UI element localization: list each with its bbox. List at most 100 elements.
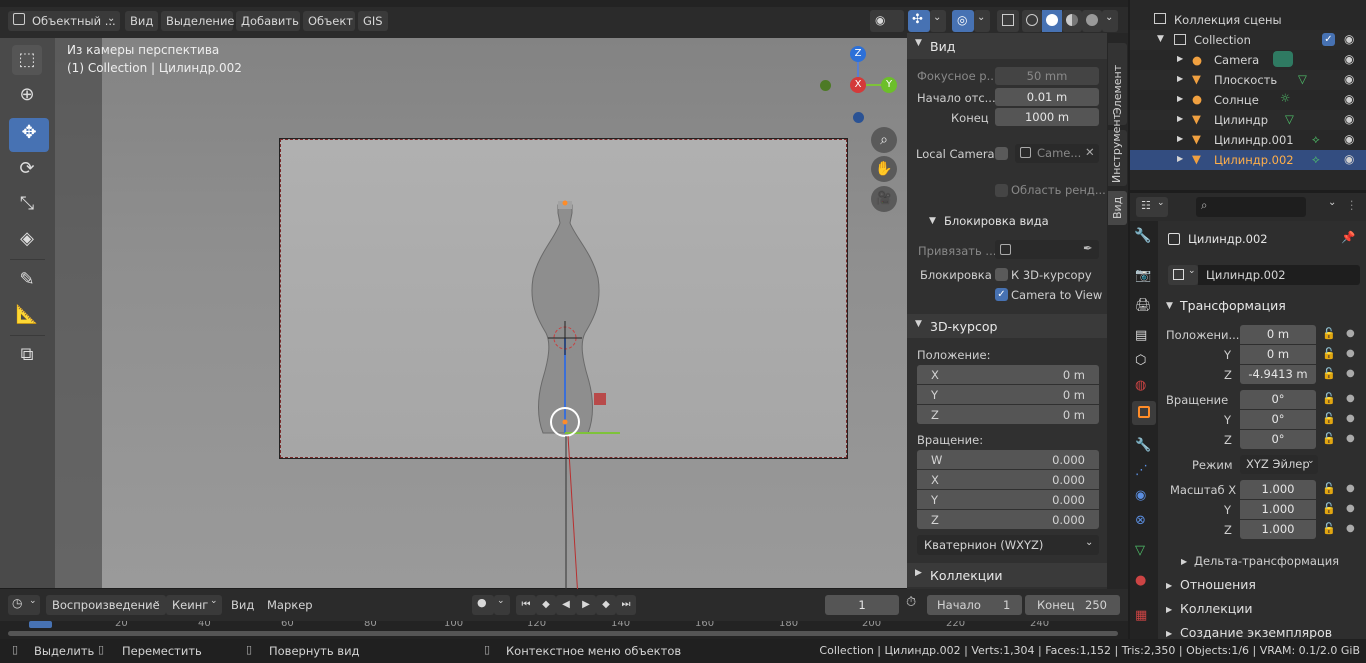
instancing-header[interactable]: Создание экземпляров: [1180, 625, 1332, 640]
object-tab[interactable]: [1132, 401, 1156, 425]
transform-header[interactable]: Трансформация: [1180, 298, 1286, 313]
keyframe-dot-icon[interactable]: ●: [1346, 483, 1355, 494]
rotation-mode-dropdown[interactable]: Кватернион (WXYZ) ⌄: [917, 535, 1099, 555]
keyframe-dot-icon[interactable]: ●: [1346, 328, 1355, 339]
rotation-z-field[interactable]: 0°: [1240, 430, 1316, 449]
next-keyframe-button[interactable]: ◆: [596, 595, 616, 615]
scale-y-field[interactable]: 1.000: [1240, 500, 1316, 519]
play-reverse-button[interactable]: ◀: [556, 595, 576, 615]
shading-solid[interactable]: [1042, 10, 1062, 32]
jump-end-button[interactable]: ⏭: [616, 595, 636, 615]
timeline-view-menu[interactable]: Вид: [231, 598, 254, 612]
location-z-field[interactable]: -4.9413 m: [1240, 365, 1316, 384]
cursor-location-x[interactable]: X 0 m: [917, 365, 1099, 384]
material-icon[interactable]: ●: [1135, 566, 1146, 596]
transform-tool[interactable]: ◈: [12, 224, 42, 254]
timeline-ruler[interactable]: 20 40 60 80 100 120 140 160 180 200 220 …: [0, 621, 1128, 639]
collection-checkbox[interactable]: [1322, 33, 1335, 46]
outliner-row-selected[interactable]: ▶ ▼ Цилиндр.002 ⟡ ◉: [1130, 150, 1366, 170]
keyframe-dot-icon[interactable]: ●: [1346, 503, 1355, 514]
eye-icon[interactable]: ◉: [1344, 112, 1354, 126]
xray-toggle[interactable]: [997, 10, 1019, 32]
location-x-field[interactable]: 0 m: [1240, 325, 1316, 344]
tool-icon[interactable]: 🔧: [1134, 221, 1151, 251]
properties-search-input[interactable]: ⌕: [1196, 197, 1306, 217]
eye-icon[interactable]: ◉: [1344, 152, 1354, 166]
lock-icon[interactable]: 🔓: [1322, 482, 1336, 495]
clip-end-field[interactable]: 1000 m: [995, 108, 1099, 126]
gizmo-z[interactable]: Z: [850, 46, 866, 62]
keyframe-dot-icon[interactable]: ●: [1346, 368, 1355, 379]
collections-header[interactable]: Коллекции: [1180, 601, 1253, 616]
editor-type-dropdown[interactable]: ☷ ⌄: [1136, 197, 1168, 217]
tab-view[interactable]: Вид: [1108, 191, 1127, 225]
close-icon[interactable]: ✕: [1085, 145, 1095, 159]
lock-icon[interactable]: 🔓: [1322, 367, 1336, 380]
rotation-mode-dropdown[interactable]: XYZ Эйлер ⌄: [1240, 455, 1318, 474]
gizmo-dropdown[interactable]: ⌄: [930, 10, 946, 32]
timeline-scrollbar[interactable]: [8, 631, 1118, 636]
keying-menu[interactable]: Кеинг ⌄: [166, 595, 222, 615]
gizmo-neg-y[interactable]: [820, 80, 831, 91]
select-box-tool[interactable]: ⬚: [12, 45, 42, 75]
outliner-row-collection[interactable]: ▼ Collection ◉: [1130, 30, 1366, 50]
location-y-field[interactable]: 0 m: [1240, 345, 1316, 364]
record-button[interactable]: ●: [472, 595, 494, 615]
lock-cursor-checkbox[interactable]: [995, 268, 1008, 281]
mesh-data-icon[interactable]: ▽: [1135, 536, 1145, 566]
playback-menu[interactable]: Воспроизведение ⌄: [46, 595, 166, 615]
gizmo-neg-z[interactable]: [853, 112, 864, 123]
outliner-row[interactable]: ▶ ● Солнце ☼ ◉: [1130, 90, 1366, 110]
chevron-down-icon[interactable]: ⌄: [1328, 197, 1336, 208]
rotate-tool[interactable]: ⟳: [12, 154, 42, 184]
shading-material[interactable]: [1062, 10, 1082, 32]
delta-transform-header[interactable]: Дельта-трансформация: [1194, 554, 1339, 568]
lock-to-field[interactable]: ✒: [995, 240, 1099, 259]
outliner-row[interactable]: ▶ ▼ Цилиндр.001 ⟡ ◉: [1130, 130, 1366, 150]
annotate-tool[interactable]: ✎: [12, 265, 42, 295]
overlay-toggle[interactable]: ◎: [952, 10, 974, 32]
eye-icon[interactable]: ◉: [1344, 72, 1354, 86]
mode-dropdown[interactable]: Объектный ... ⌄: [8, 11, 120, 31]
keyframe-dot-icon[interactable]: ●: [1346, 348, 1355, 359]
shading-rendered[interactable]: [1082, 10, 1102, 32]
timeline-editor-dropdown[interactable]: ◷ ⌄: [8, 595, 40, 615]
measure-tool[interactable]: 📐: [12, 300, 42, 330]
camera-to-view-checkbox[interactable]: [995, 288, 1008, 301]
start-frame-field[interactable]: Начало 1: [927, 595, 1022, 615]
eye-icon[interactable]: ◉: [1344, 32, 1354, 46]
section-view-header[interactable]: ▼ Вид: [907, 33, 1107, 59]
jump-start-button[interactable]: ⏮: [516, 595, 536, 615]
scale-tool[interactable]: ⤡: [12, 189, 42, 219]
object-type-dropdown[interactable]: ⌄: [1168, 265, 1198, 285]
lock-icon[interactable]: 🔓: [1322, 392, 1336, 405]
zoom-icon[interactable]: ⌕: [871, 127, 897, 153]
cursor-rotation-y[interactable]: Y 0.000: [917, 490, 1099, 509]
menu-add[interactable]: Добавить: [236, 11, 300, 31]
constraints-icon[interactable]: ⊗: [1135, 506, 1146, 536]
texture-icon[interactable]: ▦: [1135, 601, 1147, 631]
scale-z-field[interactable]: 1.000: [1240, 520, 1316, 539]
output-icon[interactable]: 🖨: [1135, 291, 1152, 321]
pin-icon[interactable]: 📌: [1341, 230, 1355, 244]
lock-icon[interactable]: 🔓: [1322, 432, 1336, 445]
section-collections-header[interactable]: ▶ Коллекции: [907, 563, 1107, 587]
stopwatch-icon[interactable]: ⏱: [906, 595, 916, 610]
cursor-tool[interactable]: ⊕: [12, 80, 42, 110]
outliner-row[interactable]: ▶ ● Camera ◉: [1130, 50, 1366, 70]
section-cursor-header[interactable]: ▼ 3D-курсор: [907, 314, 1107, 338]
cursor-location-z[interactable]: Z 0 m: [917, 405, 1099, 424]
cursor-rotation-x[interactable]: X 0.000: [917, 470, 1099, 489]
play-button[interactable]: ▶: [576, 595, 596, 615]
menu-gis[interactable]: GIS: [358, 11, 388, 31]
shading-wireframe[interactable]: [1022, 10, 1042, 32]
end-frame-field[interactable]: Конец 250: [1025, 595, 1120, 615]
overlay-dropdown[interactable]: ⌄: [974, 10, 990, 32]
tab-tool[interactable]: Инструмент: [1108, 113, 1127, 186]
playhead[interactable]: [29, 621, 52, 628]
cursor-location-y[interactable]: Y 0 m: [917, 385, 1099, 404]
add-cube-tool[interactable]: ⧉: [12, 340, 42, 370]
lock-icon[interactable]: 🔓: [1322, 327, 1336, 340]
viewport[interactable]: Из камеры перспектива (1) Collection | Ц…: [55, 38, 907, 598]
camera-view-icon[interactable]: 🎥: [871, 186, 897, 212]
